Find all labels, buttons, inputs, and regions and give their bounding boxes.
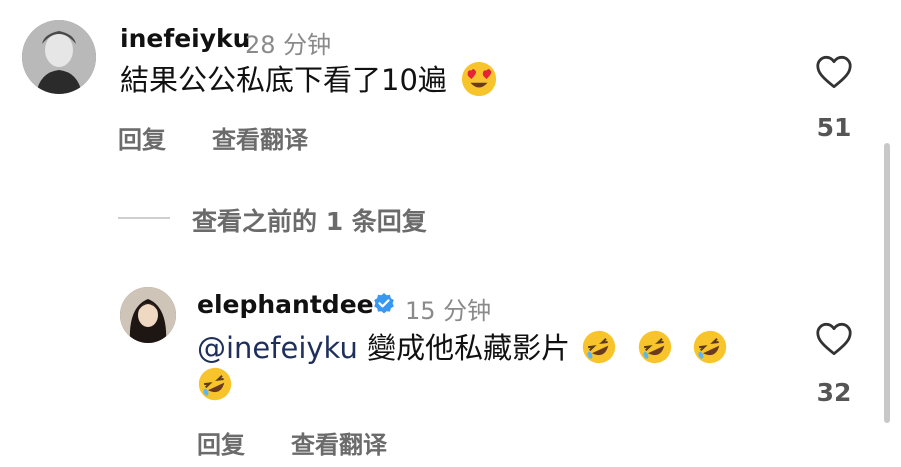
comment-username[interactable]: inefeiyku bbox=[120, 24, 250, 53]
view-translation-button[interactable]: 查看翻译 bbox=[212, 120, 308, 155]
replies-divider bbox=[118, 217, 170, 219]
comment-body: 結果公公私底下看了10遍 bbox=[120, 61, 498, 98]
reply-reply-button[interactable]: 回复 bbox=[197, 425, 245, 460]
reply-like-count: 32 bbox=[816, 378, 852, 407]
avatar-portrait-icon bbox=[22, 20, 96, 94]
rofl-emoji-icon bbox=[583, 330, 616, 364]
avatar-photo-icon bbox=[120, 287, 176, 343]
heart-icon[interactable] bbox=[815, 55, 853, 89]
heart-eyes-emoji-icon bbox=[462, 61, 497, 97]
rofl-emoji-icon bbox=[638, 330, 671, 364]
reply-body-line-1: @inefeiyku 變成他私藏影片 bbox=[197, 330, 728, 365]
reply-avatar[interactable] bbox=[120, 287, 176, 343]
view-previous-replies-button[interactable]: 查看之前的 1 条回复 bbox=[192, 202, 427, 238]
verified-badge-icon bbox=[374, 293, 394, 314]
reply-view-translation-button[interactable]: 查看翻译 bbox=[291, 425, 387, 460]
heart-icon[interactable] bbox=[815, 322, 853, 356]
rofl-emoji-icon bbox=[198, 367, 232, 401]
like-count: 51 bbox=[816, 113, 852, 142]
comment-thread: inefeiyku 28 分钟 結果公公私底下看了10遍 回复 查看翻译 51 … bbox=[0, 0, 901, 467]
reply-text: 變成他私藏影片 bbox=[367, 331, 571, 365]
rofl-emoji-icon bbox=[693, 330, 726, 364]
reply-timestamp: 15 分钟 bbox=[405, 297, 492, 325]
comment-timestamp: 28 分钟 bbox=[245, 31, 332, 59]
scrollbar[interactable] bbox=[884, 143, 890, 423]
reply-username[interactable]: elephantdee bbox=[197, 290, 374, 319]
reply-body-line-2 bbox=[197, 366, 233, 402]
mention-link[interactable]: @inefeiyku bbox=[197, 331, 358, 365]
reply-button[interactable]: 回复 bbox=[118, 120, 166, 155]
comment-text: 結果公公私底下看了10遍 bbox=[120, 63, 447, 97]
avatar[interactable] bbox=[22, 20, 96, 94]
